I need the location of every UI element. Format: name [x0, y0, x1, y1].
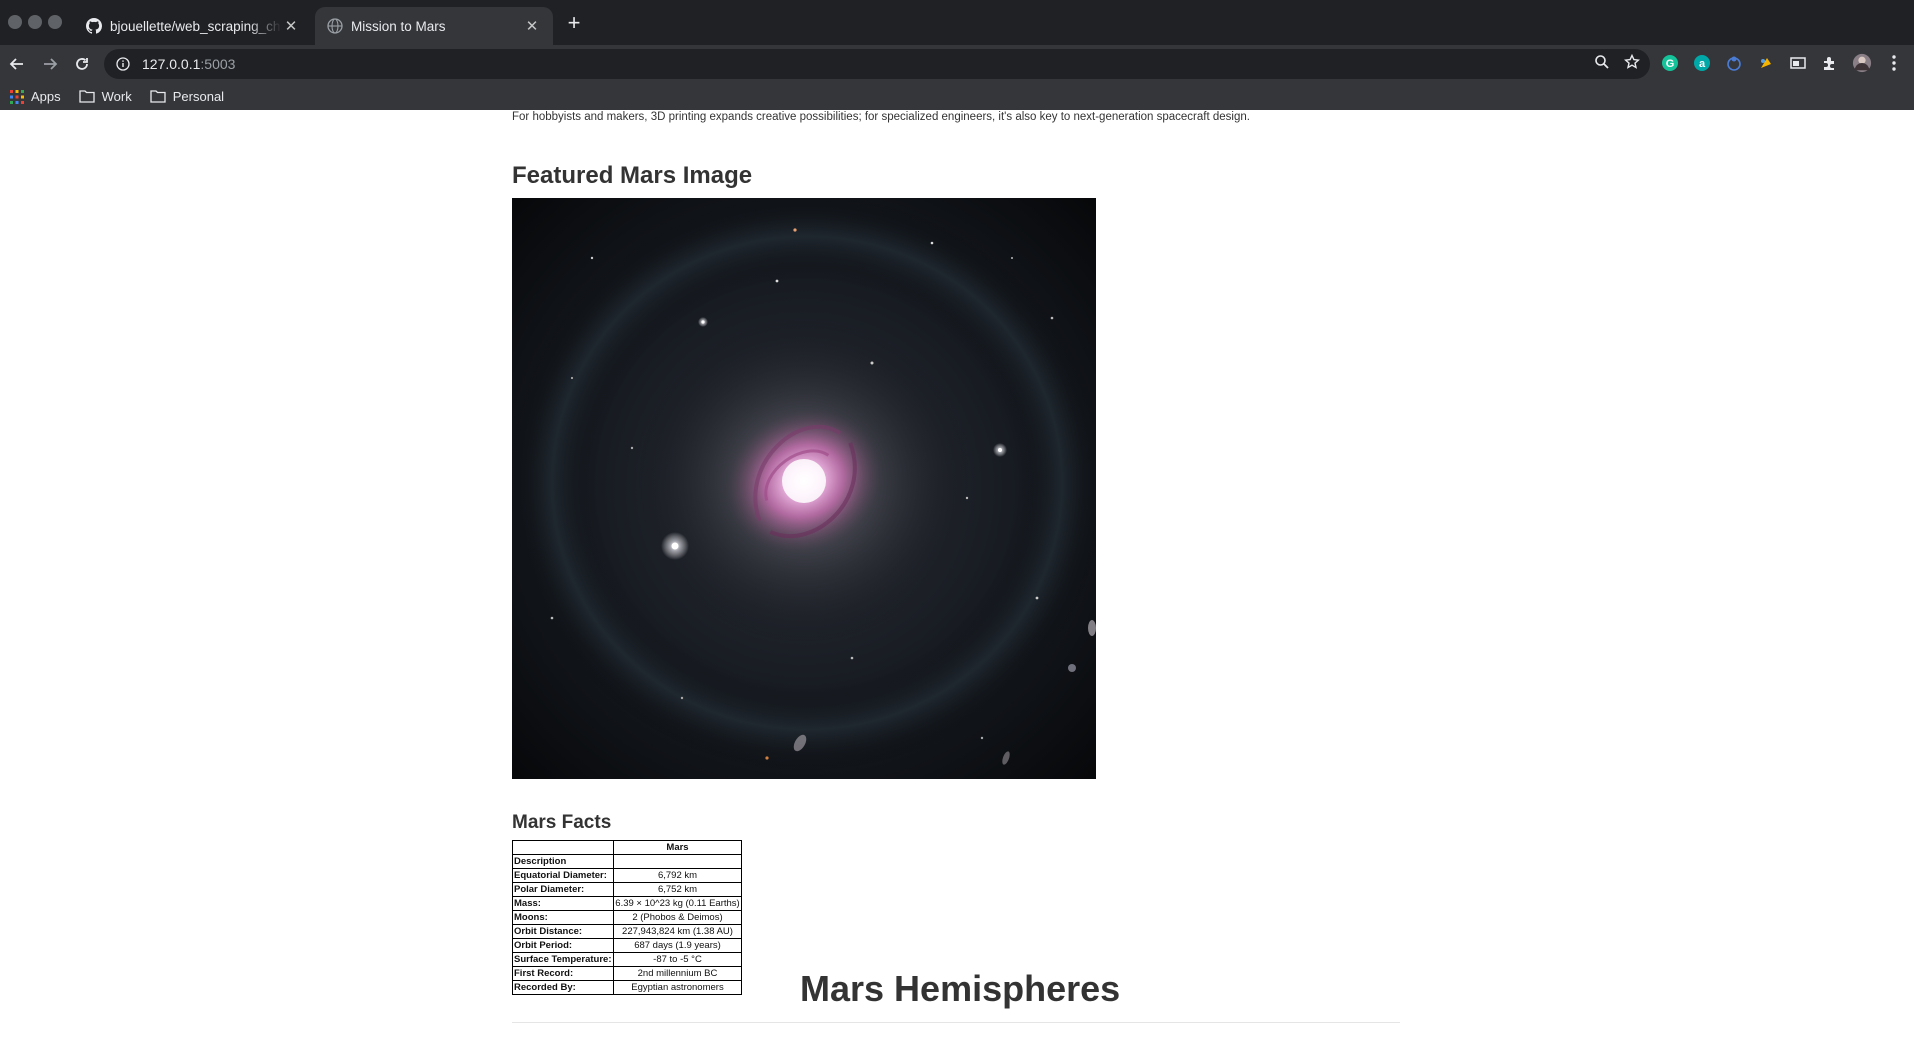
honey-extension-icon[interactable] — [1756, 53, 1776, 73]
tab-manager-icon[interactable] — [1788, 53, 1808, 73]
svg-text:a: a — [1699, 58, 1706, 70]
window-minimize-dot[interactable] — [28, 15, 42, 29]
row-value: 227,943,824 km (1.38 AU) — [613, 924, 742, 939]
folder-icon — [78, 90, 95, 103]
close-tab-icon[interactable]: ✕ — [282, 17, 300, 35]
new-tab-icon[interactable]: + — [562, 12, 586, 36]
bookmarks-bar: Apps Work Personal — [0, 83, 1914, 110]
tab-title: bjouellette/web_scraping_chall — [110, 18, 282, 34]
toolbar: 127.0.0.1:5003 G a — [0, 45, 1914, 83]
table-row: Mass: 6.39 × 10^23 kg (0.11 Earths) — [512, 896, 742, 911]
apps-grid-icon — [10, 89, 24, 104]
bookmark-apps[interactable]: Apps — [10, 89, 61, 104]
globe-icon — [327, 18, 343, 34]
row-value: 6,752 km — [613, 882, 742, 897]
table-corner-cell — [512, 840, 614, 855]
table-header-row: Mars — [512, 840, 742, 855]
row-value: 6.39 × 10^23 kg (0.11 Earths) — [613, 896, 742, 911]
featured-mars-image — [512, 198, 1096, 779]
row-label: Polar Diameter: — [512, 882, 614, 897]
address-bar[interactable]: 127.0.0.1:5003 — [104, 49, 1650, 79]
close-tab-icon[interactable]: ✕ — [523, 17, 541, 35]
row-label: Orbit Distance: — [512, 924, 614, 939]
site-info-icon[interactable] — [116, 57, 130, 71]
bookmark-folder-personal[interactable]: Personal — [150, 89, 224, 104]
tab-strip: bjouellette/web_scraping_chall ✕ Mission… — [0, 0, 1914, 45]
table-empty-cell — [613, 854, 742, 869]
browser-chrome: bjouellette/web_scraping_chall ✕ Mission… — [0, 0, 1914, 110]
reload-icon[interactable] — [71, 53, 93, 75]
row-value: 6,792 km — [613, 868, 742, 883]
table-row: First Record: 2nd millennium BC — [512, 966, 742, 981]
zoom-icon[interactable] — [1594, 54, 1610, 70]
page-viewport: For hobbyists and makers, 3D printing ex… — [0, 110, 1914, 1054]
window-zoom-dot[interactable] — [48, 15, 62, 29]
table-row: Orbit Period: 687 days (1.9 years) — [512, 938, 742, 953]
grammarly-icon[interactable]: G — [1660, 53, 1680, 73]
featured-image-heading: Featured Mars Image — [512, 162, 753, 189]
bookmark-star-icon[interactable] — [1624, 54, 1640, 70]
back-icon[interactable] — [6, 53, 28, 75]
row-label: Equatorial Diameter: — [512, 868, 614, 883]
url-text: 127.0.0.1:5003 — [142, 56, 235, 72]
row-label: Mass: — [512, 896, 614, 911]
bookmark-folder-work[interactable]: Work — [78, 89, 132, 104]
row-value: 687 days (1.9 years) — [613, 938, 742, 953]
window-close-dot[interactable] — [8, 15, 22, 29]
row-label: Recorded By: — [512, 980, 614, 995]
table-index-row: Description — [512, 854, 742, 869]
mars-facts-heading: Mars Facts — [512, 812, 612, 833]
table-row: Orbit Distance: 227,943,824 km (1.38 AU) — [512, 924, 742, 939]
extensions-puzzle-icon[interactable] — [1820, 53, 1840, 73]
row-value: 2nd millennium BC — [613, 966, 742, 981]
amazon-assistant-icon[interactable]: a — [1692, 53, 1712, 73]
tab-title: Mission to Mars — [351, 18, 446, 34]
row-label: First Record: — [512, 966, 614, 981]
bookmark-label: Work — [101, 89, 132, 104]
bookmark-label: Personal — [172, 89, 225, 104]
extension-icon[interactable] — [1724, 53, 1744, 73]
github-icon — [86, 18, 102, 34]
table-row: Surface Temperature: -87 to -5 °C — [512, 952, 742, 967]
url-host: 127.0.0.1 — [142, 56, 201, 72]
table-row: Recorded By: Egyptian astronomers — [512, 980, 742, 995]
row-label: Moons: — [512, 910, 614, 925]
bookmark-label: Apps — [31, 89, 61, 104]
url-port: :5003 — [200, 56, 236, 72]
row-value: Egyptian astronomers — [613, 980, 742, 995]
svg-text:G: G — [1666, 58, 1675, 70]
table-index-header: Description — [512, 854, 614, 869]
row-label: Orbit Period: — [512, 938, 614, 953]
row-value: 2 (Phobos & Deimos) — [613, 910, 742, 925]
row-label: Surface Temperature: — [512, 952, 614, 967]
section-divider — [512, 1022, 1400, 1023]
folder-icon — [150, 90, 166, 103]
mars-facts-table: Mars Description Equatorial Diameter: 6,7… — [512, 840, 742, 995]
tab-mission-to-mars[interactable]: Mission to Mars ✕ — [315, 7, 553, 45]
tab-github[interactable]: bjouellette/web_scraping_chall ✕ — [74, 7, 312, 45]
menu-kebab-icon[interactable] — [1884, 53, 1904, 73]
row-value: -87 to -5 °C — [613, 952, 742, 967]
mars-hemispheres-heading: Mars Hemispheres — [800, 968, 1121, 1009]
table-row: Polar Diameter: 6,752 km — [512, 882, 742, 897]
table-row: Equatorial Diameter: 6,792 km — [512, 868, 742, 883]
news-paragraph: For hobbyists and makers, 3D printing ex… — [512, 111, 1250, 123]
forward-icon[interactable] — [39, 53, 61, 75]
profile-avatar-icon[interactable] — [1852, 53, 1872, 73]
table-column-header: Mars — [613, 840, 742, 855]
table-row: Moons: 2 (Phobos & Deimos) — [512, 910, 742, 925]
